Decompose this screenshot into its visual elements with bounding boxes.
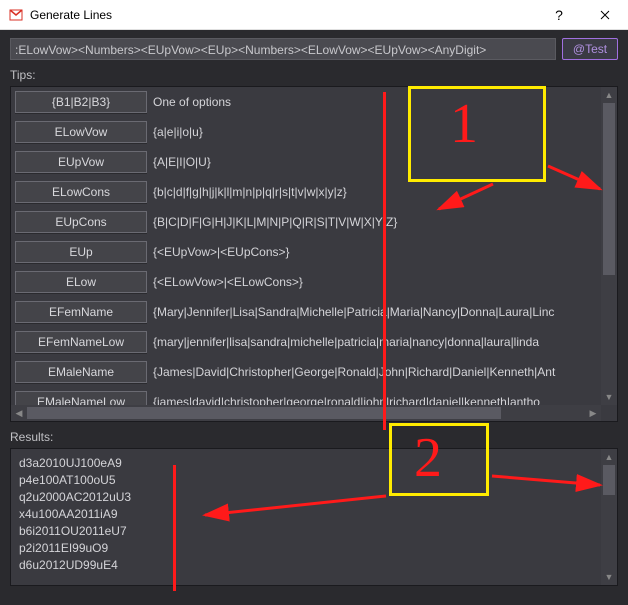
tips-vscrollbar[interactable]: ▲▼: [601, 87, 617, 405]
app-icon: [8, 7, 24, 23]
result-line: p4e100AT100oU5: [19, 472, 593, 489]
tag-value: {Mary|Jennifer|Lisa|Sandra|Michelle|Patr…: [153, 305, 597, 319]
tag-value: {B|C|D|F|G|H|J|K|L|M|N|P|Q|R|S|T|V|W|X|Y…: [153, 215, 597, 229]
tips-row: EUp {<EUpVow>|<EUpCons>}: [11, 237, 601, 267]
window-title: Generate Lines: [30, 8, 536, 22]
result-line: p2i2011EI99uO9: [19, 540, 593, 557]
results-label: Results:: [0, 428, 628, 448]
tag-button[interactable]: EMaleName: [15, 361, 147, 383]
tag-button[interactable]: EUpCons: [15, 211, 147, 233]
result-line: b6i2011OU2011eU7: [19, 523, 593, 540]
tips-row: EFemName {Mary|Jennifer|Lisa|Sandra|Miche…: [11, 297, 601, 327]
results-panel: d3a2010UJ100eA9p4e100AT100oU5q2u2000AC20…: [10, 448, 618, 586]
tips-row: EUpCons {B|C|D|F|G|H|J|K|L|M|N|P|Q|R|S|T|…: [11, 207, 601, 237]
tag-value: {mary|jennifer|lisa|sandra|michelle|patr…: [153, 335, 597, 349]
tips-row: ELowVow {a|e|i|o|u}: [11, 117, 601, 147]
tag-value: {<EUpVow>|<EUpCons>}: [153, 245, 597, 259]
tag-value: {b|c|d|f|g|h|j|k|l|m|n|p|q|r|s|t|v|w|x|y…: [153, 185, 597, 199]
tips-panel: {B1|B2|B3} One of options ELowVow {a|e|i|o|…: [10, 86, 618, 422]
result-line: x4u100AA2011iA9: [19, 506, 593, 523]
dialog-body: :ELowVow><Numbers><EUpVow><EUp><Numbers>…: [0, 30, 628, 605]
tag-button[interactable]: ELow: [15, 271, 147, 293]
tips-row: {B1|B2|B3} One of options: [11, 87, 601, 117]
tips-row: EMaleNameLow {james|david|christopher|geo…: [11, 387, 601, 405]
tag-button[interactable]: EMaleNameLow: [15, 391, 147, 405]
result-line: d3a2010UJ100eA9: [19, 455, 593, 472]
test-button[interactable]: @Test: [562, 38, 618, 60]
tag-button[interactable]: EUpVow: [15, 151, 147, 173]
tag-button[interactable]: EUp: [15, 241, 147, 263]
tips-hscrollbar[interactable]: ◀▶: [11, 405, 601, 421]
close-button[interactable]: [582, 0, 628, 30]
tips-row: EFemNameLow {mary|jennifer|lisa|sandra|mi…: [11, 327, 601, 357]
tag-button[interactable]: ELowCons: [15, 181, 147, 203]
tag-value: {a|e|i|o|u}: [153, 125, 597, 139]
tag-button[interactable]: EFemNameLow: [15, 331, 147, 353]
result-line: q2u2000AC2012uU3: [19, 489, 593, 506]
tag-button[interactable]: {B1|B2|B3}: [15, 91, 147, 113]
pattern-input[interactable]: :ELowVow><Numbers><EUpVow><EUp><Numbers>…: [10, 38, 556, 60]
results-vscrollbar[interactable]: ▲▼: [601, 449, 617, 585]
tag-value: {<ELowVow>|<ELowCons>}: [153, 275, 597, 289]
tag-button[interactable]: EFemName: [15, 301, 147, 323]
titlebar: Generate Lines ?: [0, 0, 628, 30]
tips-row: EMaleName {James|David|Christopher|George…: [11, 357, 601, 387]
tips-row: EUpVow {A|E|I|O|U}: [11, 147, 601, 177]
tips-label: Tips:: [0, 66, 628, 86]
result-line: d6u2012UD99uE4: [19, 557, 593, 574]
tips-row: ELow {<ELowVow>|<ELowCons>}: [11, 267, 601, 297]
tag-value: {James|David|Christopher|George|Ronald|J…: [153, 365, 597, 379]
tips-row: ELowCons {b|c|d|f|g|h|j|k|l|m|n|p|q|r|s|t…: [11, 177, 601, 207]
tag-value: {james|david|christopher|george|ronald|j…: [153, 395, 597, 405]
tag-value: One of options: [153, 95, 597, 109]
tag-button[interactable]: ELowVow: [15, 121, 147, 143]
tag-value: {A|E|I|O|U}: [153, 155, 597, 169]
help-button[interactable]: ?: [536, 0, 582, 30]
